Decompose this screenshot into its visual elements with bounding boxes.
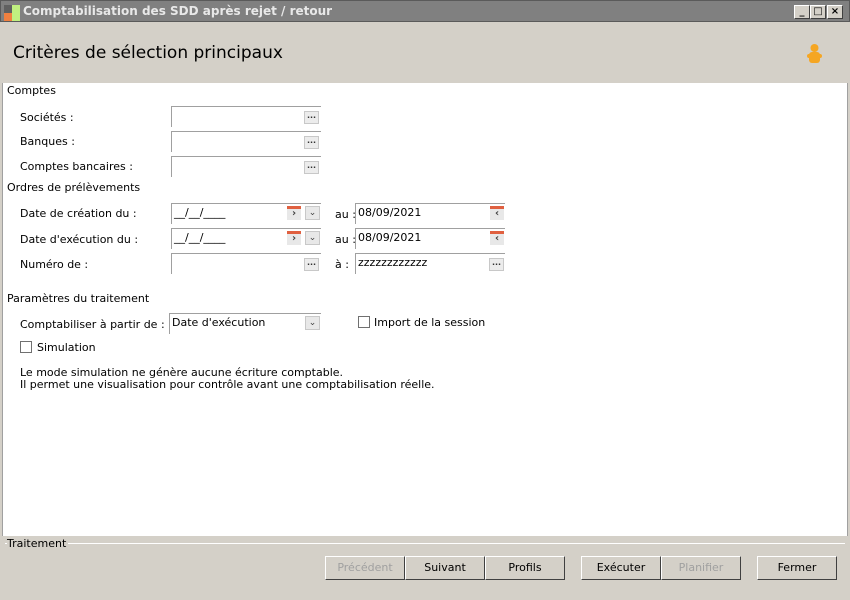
comptes-bancaires-label: Comptes bancaires : [20, 160, 133, 173]
calendar-icon[interactable]: › [287, 206, 301, 220]
chevron-down-icon[interactable]: ⌄ [305, 206, 320, 220]
numero-to-input[interactable]: zzzzzzzzzzzz [355, 253, 505, 274]
profils-button[interactable]: Profils [485, 556, 565, 580]
a-label: à : [335, 258, 349, 271]
calendar-icon[interactable]: › [287, 231, 301, 245]
info-text: Il permet une visualisation pour contrôl… [20, 378, 435, 391]
fermer-button[interactable]: Fermer [757, 556, 837, 580]
app-icon [4, 5, 20, 21]
societes-browse-button[interactable]: ... [304, 111, 319, 124]
au-label: au : [335, 208, 356, 221]
date-execution-label: Date d'exécution du : [20, 233, 139, 246]
precedent-button[interactable]: Précédent [325, 556, 405, 580]
comptes-bancaires-input[interactable] [171, 156, 321, 177]
date-execution-to-input[interactable]: 08/09/2021 [355, 228, 505, 249]
minimize-button[interactable]: _ [794, 5, 810, 19]
simulation-label: Simulation [37, 341, 96, 354]
import-session-label: Import de la session [374, 316, 486, 329]
calendar-icon[interactable]: ‹ [490, 231, 504, 245]
section-parametres: Paramètres du traitement [7, 292, 152, 305]
planifier-button[interactable]: Planifier [661, 556, 741, 580]
societes-label: Sociétés : [20, 111, 74, 124]
maximize-button[interactable]: □ [810, 5, 826, 19]
divider [5, 89, 845, 90]
form-panel [2, 83, 848, 536]
import-session-checkbox[interactable] [358, 316, 370, 328]
page-title: Critères de sélection principaux [13, 43, 283, 63]
banques-input[interactable] [171, 131, 321, 152]
section-ordres: Ordres de prélèvements [7, 181, 143, 194]
calendar-icon[interactable]: ‹ [490, 206, 504, 220]
societes-input[interactable] [171, 106, 321, 127]
section-traitement: Traitement [7, 537, 69, 550]
banques-browse-button[interactable]: ... [304, 136, 319, 149]
simulation-checkbox[interactable] [20, 341, 32, 353]
close-button[interactable]: × [827, 5, 843, 19]
numero-from-browse-button[interactable]: ... [304, 258, 319, 271]
date-creation-to-input[interactable]: 08/09/2021 [355, 203, 505, 224]
comptabiliser-label: Comptabiliser à partir de : [20, 318, 165, 331]
executer-button[interactable]: Exécuter [581, 556, 661, 580]
section-comptes: Comptes [7, 84, 58, 97]
banques-label: Banques : [20, 135, 75, 148]
date-creation-label: Date de création du : [20, 207, 137, 220]
numero-label: Numéro de : [20, 258, 89, 271]
au-label: au : [335, 233, 356, 246]
chevron-down-icon[interactable]: ⌄ [305, 231, 320, 245]
user-icon[interactable] [806, 43, 823, 65]
chevron-down-icon[interactable]: ⌄ [305, 316, 320, 330]
suivant-button[interactable]: Suivant [405, 556, 485, 580]
comptes-bancaires-browse-button[interactable]: ... [304, 161, 319, 174]
divider [5, 543, 845, 544]
numero-to-browse-button[interactable]: ... [489, 258, 504, 271]
numero-from-input[interactable] [171, 253, 321, 274]
comptabiliser-select[interactable]: Date d'exécution [169, 313, 321, 334]
window-title: Comptabilisation des SDD après rejet / r… [23, 4, 333, 18]
